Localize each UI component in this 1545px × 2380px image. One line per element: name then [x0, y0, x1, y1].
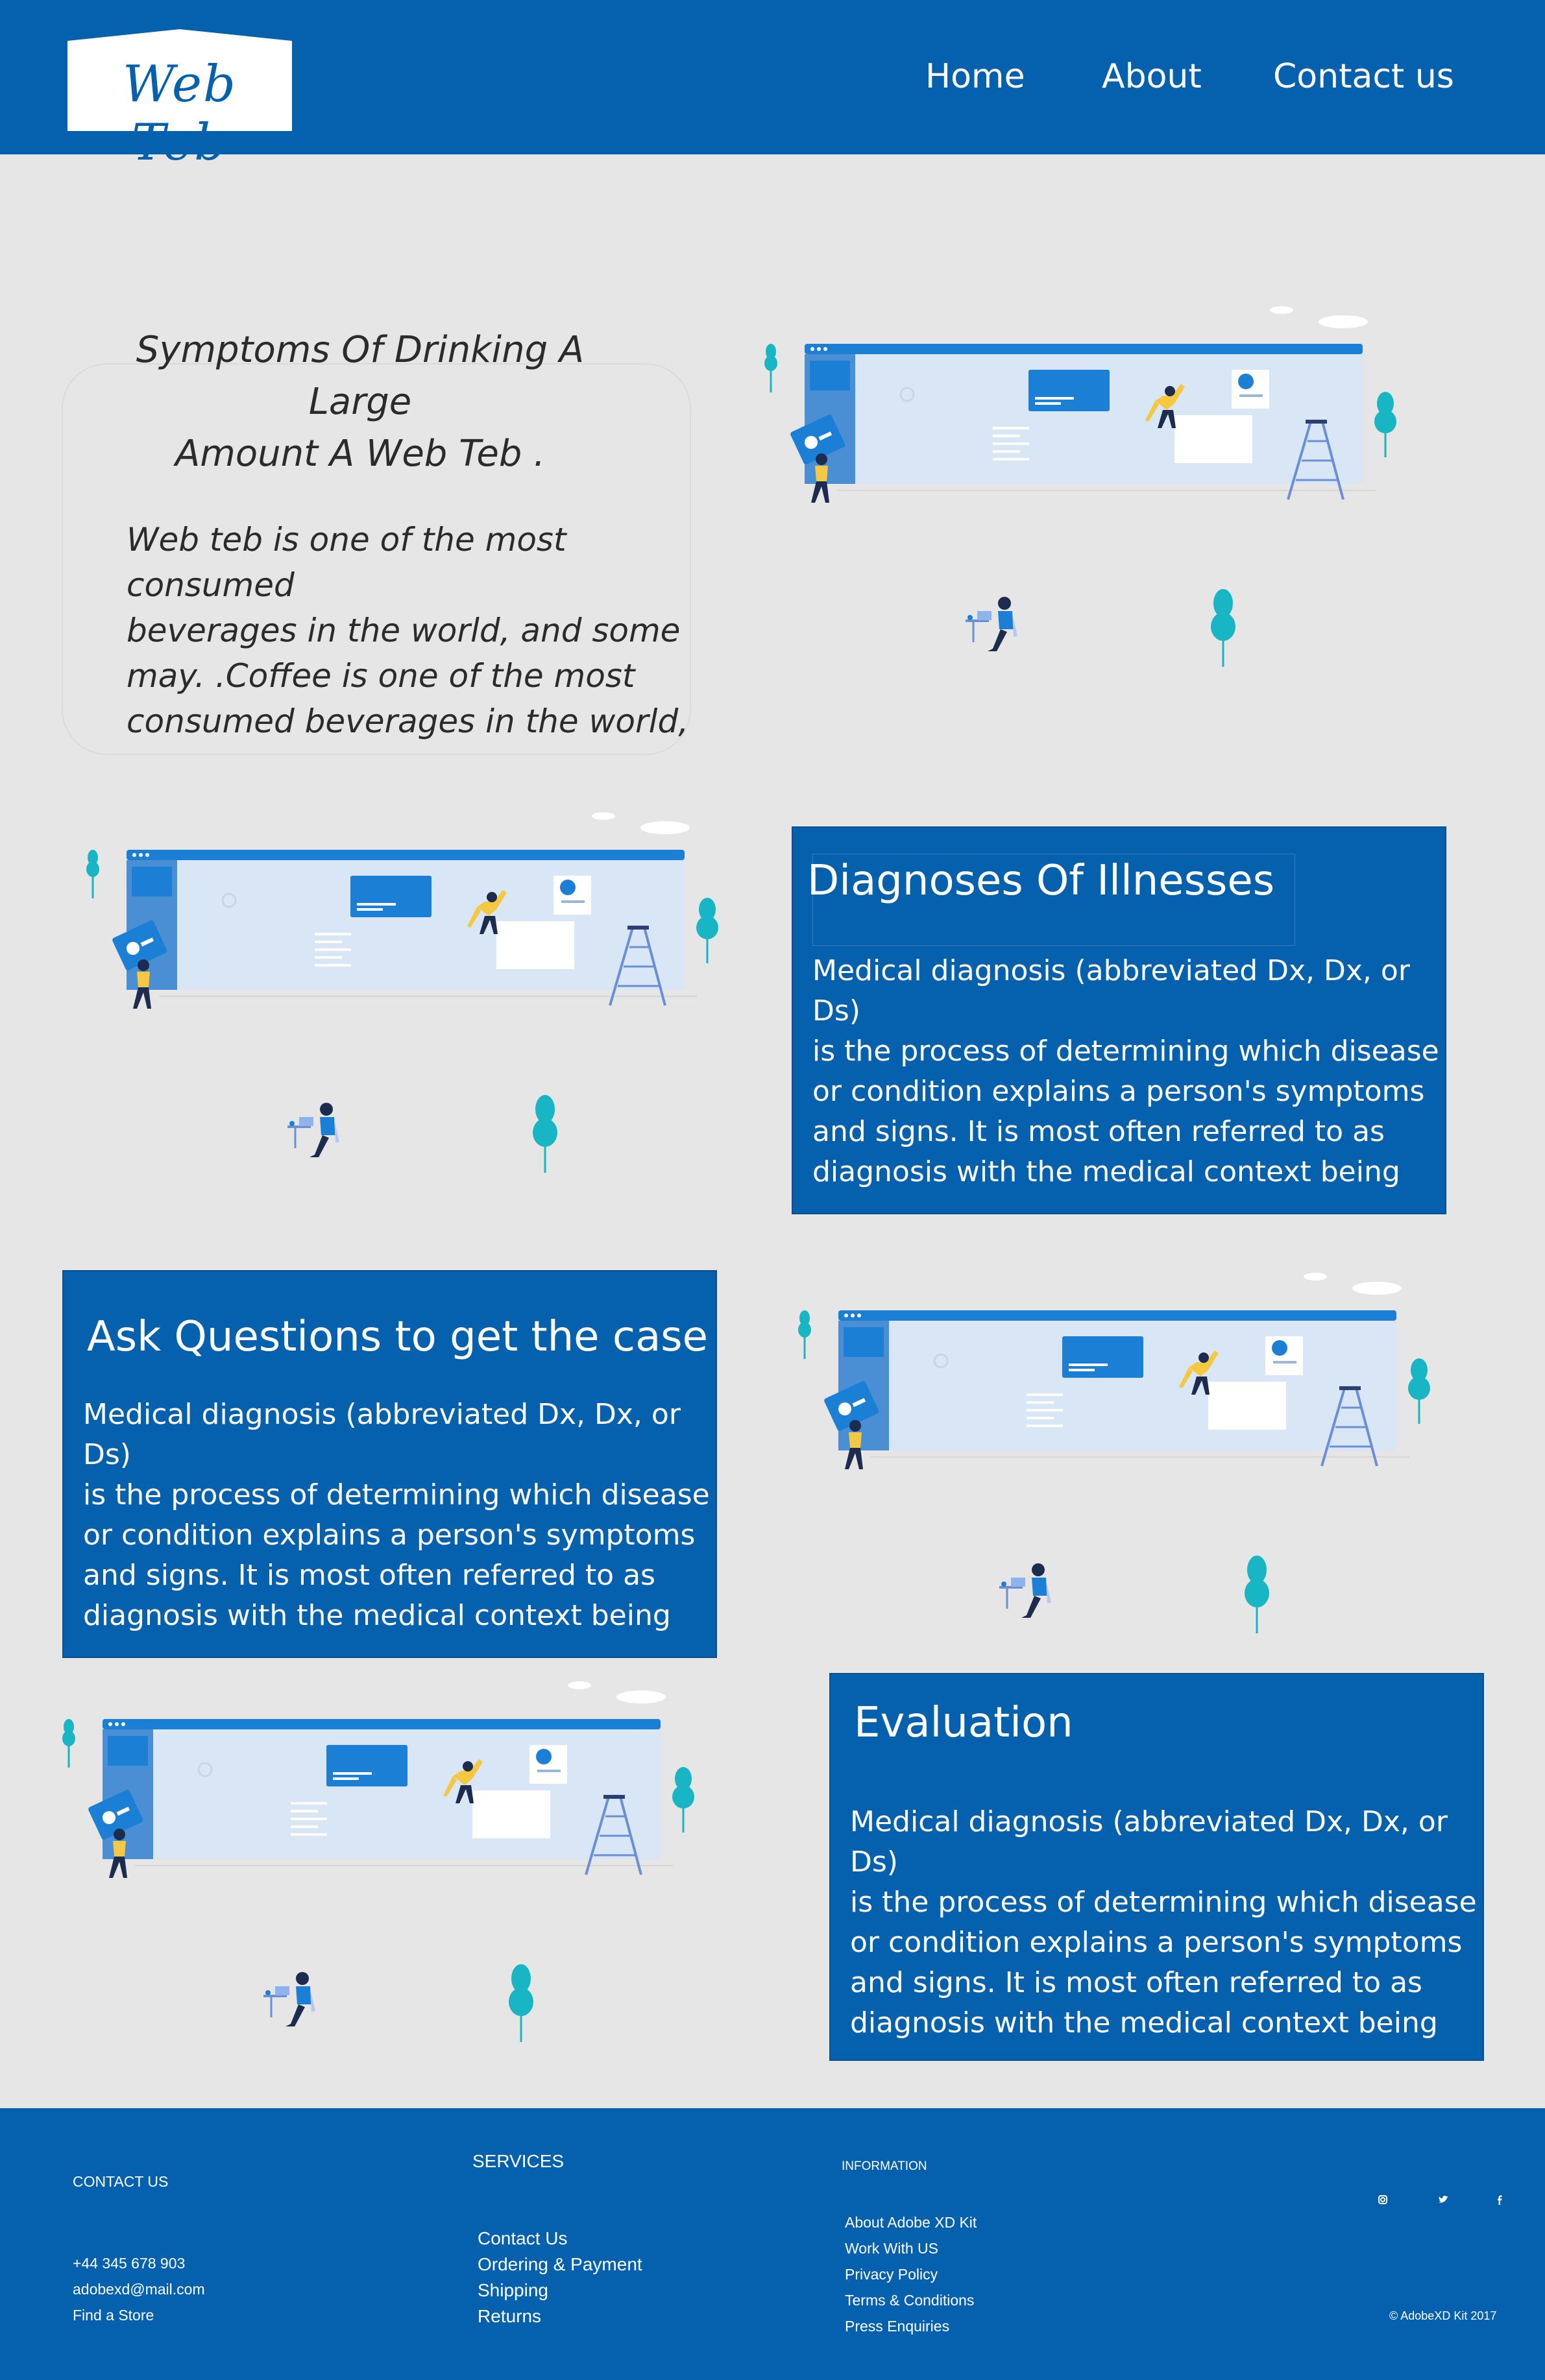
- intro-body-line: beverages in the world, and some: [127, 612, 681, 649]
- intro-body-line: Web teb is one of the most consumed: [127, 521, 566, 604]
- tree-icon: [1374, 392, 1396, 457]
- card-title: Ask Questions to get the case: [87, 1313, 708, 1361]
- card-body-line: diagnosis with the medical context being: [83, 1599, 671, 1632]
- footer-info-link[interactable]: Terms & Conditions: [845, 2292, 974, 2309]
- web-dashboard-illustration: [759, 298, 1408, 690]
- nav-home-link[interactable]: Home: [925, 57, 1025, 96]
- card-body-line: is the process of determining which dise…: [812, 1035, 1439, 1068]
- diagnoses-card: Diagnoses Of Illnesses Medical diagnosis…: [792, 826, 1446, 1214]
- footer-services-heading: SERVICES: [472, 2151, 565, 2171]
- footer-find-store-link[interactable]: Find a Store: [73, 2307, 154, 2324]
- footer-email[interactable]: adobexd@mail.com: [73, 2281, 205, 2298]
- intro-body: Web teb is one of the most consumed beve…: [127, 517, 698, 744]
- card-body-line: is the process of determining which dise…: [850, 1886, 1477, 1919]
- card-title: Evaluation: [854, 1699, 1073, 1747]
- card-body: Medical diagnosis (abbreviated Dx, Dx, o…: [83, 1395, 716, 1636]
- footer-phone: +44 345 678 903: [73, 2255, 186, 2272]
- intro-body-line: consumed beverages in the world,: [127, 703, 689, 740]
- card-body-line: Medical diagnosis (abbreviated Dx, Dx, o…: [850, 1805, 1448, 1879]
- footer-info-link[interactable]: About Adobe XD Kit: [845, 2214, 977, 2231]
- facebook-icon[interactable]: [1491, 2191, 1508, 2208]
- footer-copyright: © AdobeXD Kit 2017: [1389, 2309, 1497, 2322]
- ask-questions-card: Ask Questions to get the case Medical di…: [62, 1270, 717, 1658]
- site-logo[interactable]: Web Teb: [67, 29, 292, 172]
- card-body-line: diagnosis with the medical context being: [850, 2006, 1438, 2039]
- illustration-scene: [86, 812, 718, 1173]
- card-body-line: or condition explains a person's symptom…: [812, 1075, 1425, 1108]
- card-body-line: is the process of determining which dise…: [83, 1478, 710, 1511]
- tree-icon: [86, 850, 99, 898]
- logo-text: Web Teb: [123, 55, 237, 172]
- footer-info-link[interactable]: Work With US: [845, 2240, 938, 2257]
- nav-contact-link[interactable]: Contact us: [1273, 57, 1454, 96]
- intro-title-line: Amount A Web Teb .: [175, 433, 546, 475]
- tree-icon: [672, 1767, 694, 1833]
- card-body-line: diagnosis with the medical context being: [812, 1155, 1400, 1188]
- card-body-line: or condition explains a person's symptom…: [83, 1519, 696, 1552]
- site-footer: CONTACT US +44 345 678 903 adobexd@mail.…: [0, 2108, 1545, 2380]
- tree-icon: [1211, 589, 1235, 667]
- footer-service-link[interactable]: Shipping: [478, 2280, 548, 2301]
- site-header: Web Teb Home About Contact us: [0, 0, 1545, 172]
- person-at-desk: [999, 1563, 1051, 1618]
- footer-info-link[interactable]: Press Enquiries: [845, 2318, 949, 2335]
- web-dashboard-illustration: [793, 1265, 1442, 1657]
- intro-title-line: Symptoms Of Drinking A Large: [136, 329, 585, 423]
- tree-icon: [798, 1310, 811, 1359]
- web-dashboard-illustration: [81, 804, 730, 1196]
- card-body-line: Medical diagnosis (abbreviated Dx, Dx, o…: [83, 1398, 681, 1471]
- card-title: Diagnoses Of Illnesses: [807, 857, 1275, 905]
- web-dashboard-illustration: [57, 1674, 706, 2065]
- tree-icon: [696, 898, 718, 963]
- person-at-desk: [263, 1972, 315, 2026]
- card-body-line: and signs. It is most often referred to …: [812, 1115, 1385, 1148]
- illustration-scene: [62, 1681, 694, 2042]
- person-at-desk: [287, 1103, 339, 1157]
- instagram-icon[interactable]: [1374, 2191, 1391, 2208]
- intro-title: Symptoms Of Drinking A Large Amount A We…: [91, 324, 629, 480]
- card-body-line: and signs. It is most often referred to …: [83, 1559, 655, 1592]
- tree-icon: [1245, 1556, 1269, 1633]
- footer-service-link[interactable]: Returns: [478, 2306, 541, 2327]
- tree-icon: [1408, 1358, 1430, 1424]
- card-body-line: Medical diagnosis (abbreviated Dx, Dx, o…: [812, 954, 1410, 1028]
- evaluation-card: Evaluation Medical diagnosis (abbreviate…: [829, 1673, 1484, 2061]
- footer-service-link[interactable]: Ordering & Payment: [478, 2254, 642, 2275]
- tree-icon: [533, 1095, 557, 1173]
- tree-icon: [62, 1719, 75, 1768]
- footer-service-link[interactable]: Contact Us: [478, 2228, 568, 2249]
- tree-icon: [764, 344, 777, 392]
- card-body-line: or condition explains a person's symptom…: [850, 1926, 1463, 1959]
- card-body: Medical diagnosis (abbreviated Dx, Dx, o…: [812, 951, 1445, 1192]
- nav-about-link[interactable]: About: [1102, 57, 1202, 96]
- card-body: Medical diagnosis (abbreviated Dx, Dx, o…: [850, 1802, 1483, 2043]
- intro-body-line: may. .Coffee is one of the most: [127, 657, 635, 695]
- card-body-line: and signs. It is most often referred to …: [850, 1966, 1422, 1999]
- footer-info-link[interactable]: Privacy Policy: [845, 2266, 938, 2283]
- illustration-scene: [798, 1273, 1430, 1633]
- footer-contact-heading: CONTACT US: [73, 2173, 169, 2190]
- person-at-desk: [966, 597, 1017, 651]
- twitter-icon[interactable]: [1435, 2191, 1452, 2208]
- tree-icon: [509, 1964, 533, 2042]
- illustration-scene: [764, 306, 1396, 667]
- footer-info-heading: INFORMATION: [842, 2159, 927, 2173]
